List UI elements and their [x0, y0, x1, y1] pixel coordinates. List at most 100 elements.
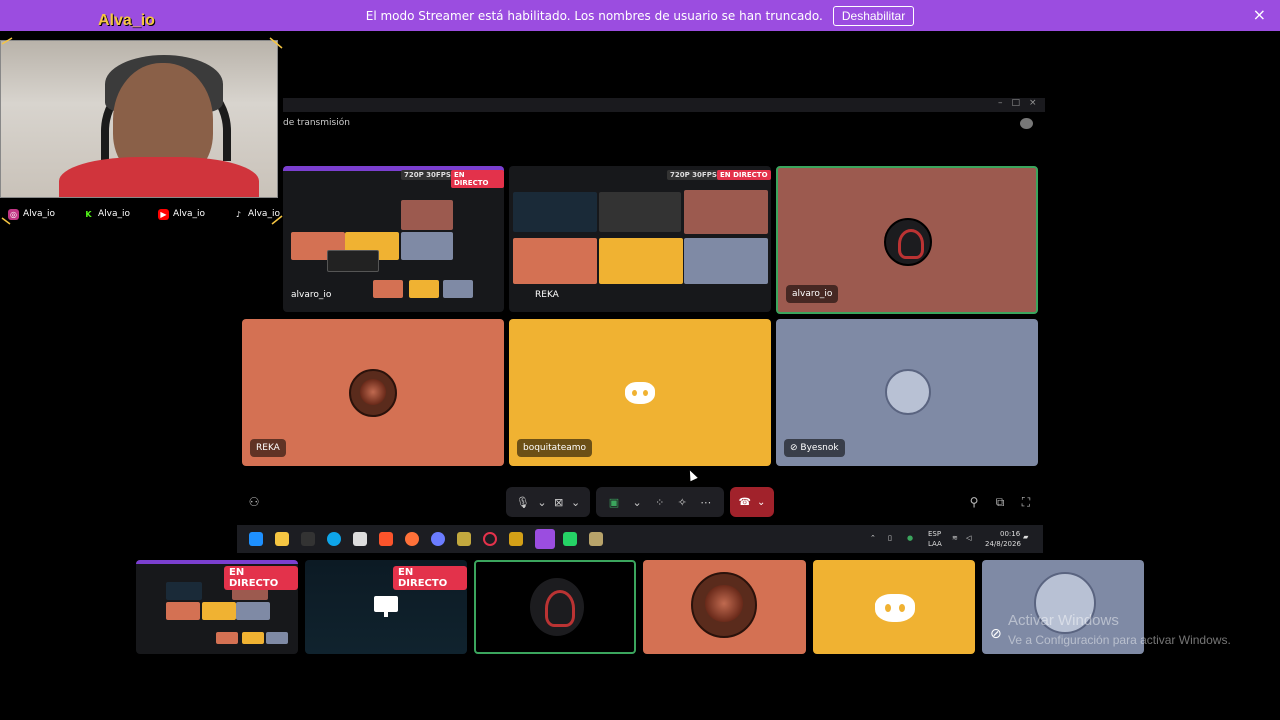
tile-username: alvaro_io — [786, 285, 839, 303]
tile-username: boquitateamo — [517, 439, 593, 457]
banner-message: El modo Streamer está habilitado. Los no… — [365, 8, 823, 23]
notification-icon[interactable]: ▰ — [1023, 533, 1028, 541]
pin-icon[interactable]: ⚲ — [967, 495, 981, 509]
usb-icon: ▯ — [888, 534, 892, 542]
participant-avatar — [885, 369, 931, 415]
social-handles: ◎ Alva_io K Alva_io ▶ Alva_io ♪ Alva_io — [8, 207, 280, 221]
stream-tile[interactable]: 720P 30FPS EN DIRECTO alvaro_io — [283, 166, 504, 312]
soundboard-icon[interactable]: ✧ — [678, 496, 687, 509]
quality-badge: 720P 30FPS — [667, 170, 720, 180]
minimize-icon[interactable]: – — [998, 98, 1003, 108]
tile-username: ⊘ Byesnok — [784, 439, 845, 457]
share-controls: ▣ ⌄ ⁘ ✧ ⋯ — [596, 487, 724, 517]
instagram-icon: ◎ — [8, 208, 19, 220]
app-icon[interactable] — [509, 532, 523, 546]
app-icon[interactable] — [301, 532, 315, 546]
monitor-icon — [374, 596, 398, 612]
close-icon[interactable]: × — [1253, 6, 1266, 24]
participant-tile[interactable]: alvaro_io — [776, 166, 1038, 314]
disable-streamer-button[interactable]: Deshabilitar — [832, 5, 915, 26]
quality-badge: 720P 30FPS — [401, 170, 454, 180]
screen-root: El modo Streamer está habilitado. Los no… — [0, 0, 1280, 720]
file-explorer-icon[interactable] — [275, 532, 289, 546]
participant-avatar — [349, 369, 397, 417]
filmstrip-item[interactable] — [474, 560, 636, 654]
muted-icon: ⊘ — [790, 443, 801, 453]
screen-share-icon[interactable]: ▣ — [609, 496, 619, 509]
activities-icon[interactable]: ⁘ — [655, 496, 664, 509]
chevron-down-icon[interactable]: ⌄ — [571, 496, 580, 509]
chevron-down-icon[interactable]: ⌄ — [632, 496, 641, 509]
tile-username: REKA — [535, 290, 559, 300]
edge-icon[interactable] — [327, 532, 341, 546]
tray-chevron-icon[interactable]: ⌃ — [870, 534, 876, 542]
hangup-icon: ☎ — [738, 496, 752, 508]
whatsapp-icon[interactable] — [563, 532, 577, 546]
filmstrip-item[interactable]: EN DIRECTO — [305, 560, 467, 654]
stream-tile[interactable]: 720P 30FPS EN DIRECTO REKA — [509, 166, 771, 312]
disconnect-button[interactable]: ☎ ⌄ — [730, 487, 774, 517]
store-icon[interactable] — [353, 532, 367, 546]
discord-icon — [625, 382, 655, 404]
clock-date[interactable]: 24/8/2026 — [985, 540, 1021, 548]
chevron-down-icon[interactable]: ⌄ — [537, 496, 546, 509]
windows-start-icon[interactable] — [249, 532, 263, 546]
filmstrip-item[interactable]: EN DIRECTO — [136, 560, 298, 654]
popout-icon[interactable]: ⧉ — [993, 495, 1007, 509]
tile-username: REKA — [250, 439, 286, 457]
camera-off-icon[interactable]: ⊠ — [554, 496, 563, 509]
channel-subtitle: de transmisión — [283, 118, 350, 128]
participant-tile[interactable]: REKA — [242, 319, 504, 466]
chat-icon[interactable] — [1020, 118, 1033, 129]
keyboard-lang[interactable]: ESP — [928, 530, 941, 538]
tile-username: alvaro_io — [291, 290, 332, 300]
audio-video-controls: 🎙 ⌄ ⊠ ⌄ — [506, 487, 590, 517]
participant-tile[interactable]: ⊘ Byesnok — [776, 319, 1038, 466]
microphone-icon[interactable]: 🎙 — [516, 496, 530, 509]
youtube-icon: ▶ — [157, 208, 169, 220]
discord-taskbar-icon[interactable] — [535, 529, 555, 549]
mouse-cursor — [686, 468, 698, 482]
more-options-icon[interactable]: ⋯ — [700, 496, 711, 509]
live-badge: EN DIRECTO — [393, 566, 467, 590]
copilot-icon[interactable] — [431, 532, 445, 546]
muted-icon: ⊘ — [990, 626, 1002, 642]
tiktok-icon: ♪ — [235, 209, 241, 219]
participant-avatar — [884, 218, 932, 266]
clock-time[interactable]: 00:16 — [1000, 530, 1020, 538]
webcam-feed — [0, 40, 278, 198]
social-handle: Alva_io — [23, 209, 56, 219]
app-icon[interactable] — [589, 532, 603, 546]
keyboard-lang-sub: LAA — [928, 540, 942, 548]
window-controls: – □ × — [998, 98, 1037, 108]
close-window-icon[interactable]: × — [1029, 98, 1037, 108]
social-kick: K Alva_io — [83, 207, 130, 221]
social-tiktok: ♪ Alva_io — [233, 207, 280, 221]
social-handle: Alva_io — [247, 209, 280, 219]
add-user-icon[interactable]: ⚇ — [247, 495, 261, 509]
live-badge: EN DIRECTO — [717, 170, 771, 180]
live-badge: EN DIRECTO — [451, 170, 504, 188]
participant-tile[interactable]: boquitateamo — [509, 319, 771, 466]
participant-avatar — [691, 572, 757, 638]
discord-icon — [875, 594, 915, 622]
social-instagram: ◎ Alva_io — [8, 207, 55, 221]
filmstrip-item[interactable] — [813, 560, 975, 654]
filmstrip-item[interactable] — [643, 560, 806, 654]
activation-watermark-title: Activar Windows — [1008, 612, 1119, 629]
tile-username-text: Byesnok — [800, 443, 839, 453]
wifi-icon[interactable]: ≋ — [952, 534, 958, 542]
chevron-down-icon[interactable]: ⌄ — [757, 497, 765, 508]
brave-icon[interactable] — [379, 532, 393, 546]
window-titlebar — [283, 98, 1045, 112]
firefox-icon[interactable] — [405, 532, 419, 546]
activation-watermark-subtitle: Ve a Configuración para activar Windows. — [1008, 633, 1231, 647]
social-handle: Alva_io — [172, 209, 205, 219]
opera-icon[interactable] — [483, 532, 497, 546]
participant-avatar — [528, 576, 586, 638]
fullscreen-icon[interactable]: ⛶ — [1019, 495, 1033, 509]
streamer-mode-banner: El modo Streamer está habilitado. Los no… — [0, 0, 1280, 31]
app-icon[interactable] — [457, 532, 471, 546]
maximize-icon[interactable]: □ — [1012, 98, 1021, 108]
volume-icon[interactable]: ◁ — [966, 534, 971, 542]
